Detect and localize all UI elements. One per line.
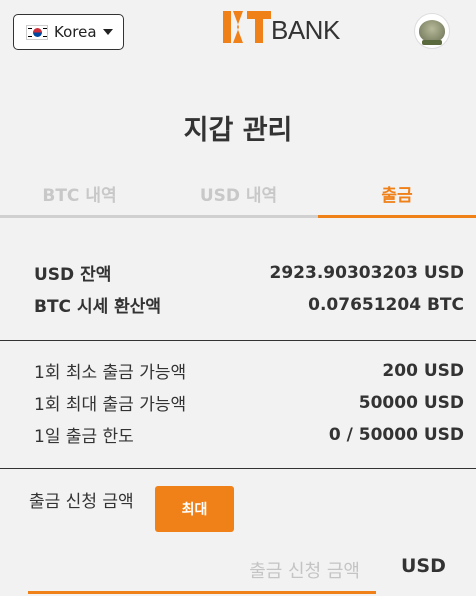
tab-bar: BTC 내역 USD 내역 출금 xyxy=(0,172,476,218)
usd-balance-value: 2923.90303203 USD xyxy=(269,262,464,283)
withdraw-amount-input[interactable] xyxy=(28,552,376,594)
btc-value-value: 0.07651204 BTC xyxy=(308,294,464,315)
tab-btc-history[interactable]: BTC 내역 xyxy=(0,172,159,218)
min-withdraw-value: 200 USD xyxy=(382,360,464,381)
language-label: Korea xyxy=(54,23,97,41)
daily-limit-value: 0 / 50000 USD xyxy=(328,424,464,445)
logo[interactable]: BANK xyxy=(223,7,340,47)
max-withdraw-value: 50000 USD xyxy=(358,392,464,413)
caret-down-icon xyxy=(102,29,113,35)
withdraw-amount-label: 출금 신청 금액 xyxy=(29,492,134,512)
language-selector-button[interactable]: Korea xyxy=(13,14,124,50)
divider xyxy=(0,468,476,469)
user-avatar-button[interactable] xyxy=(414,13,450,49)
header: Korea BANK xyxy=(0,0,476,70)
usd-balance-label: USD 잔액 xyxy=(34,265,112,285)
daily-limit-label: 1일 출금 한도 xyxy=(34,427,134,447)
min-withdraw-row: 1회 최소 출금 가능액 200 USD xyxy=(34,358,464,384)
usd-balance-row: USD 잔액 2923.90303203 USD xyxy=(34,260,464,286)
divider xyxy=(0,340,476,341)
page-title: 지갑 관리 xyxy=(183,115,293,146)
btc-value-row: BTC 시세 환산액 0.07651204 BTC xyxy=(34,292,464,318)
max-withdraw-row: 1회 최대 출금 가능액 50000 USD xyxy=(34,390,464,416)
daily-limit-row: 1일 출금 한도 0 / 50000 USD xyxy=(34,422,464,448)
min-withdraw-label: 1회 최소 출금 가능액 xyxy=(34,363,187,383)
korea-flag-icon xyxy=(26,24,48,40)
max-amount-button[interactable]: 최대 xyxy=(155,486,234,532)
currency-unit: USD xyxy=(401,555,446,577)
max-withdraw-label: 1회 최대 출금 가능액 xyxy=(34,395,187,415)
logo-text: BANK xyxy=(271,14,340,45)
logo-mark-icon xyxy=(223,11,271,43)
btc-value-label: BTC 시세 환산액 xyxy=(34,297,162,317)
tab-usd-history[interactable]: USD 내역 xyxy=(159,172,318,218)
tab-withdraw[interactable]: 출금 xyxy=(318,172,476,218)
user-avatar-icon xyxy=(419,20,445,45)
